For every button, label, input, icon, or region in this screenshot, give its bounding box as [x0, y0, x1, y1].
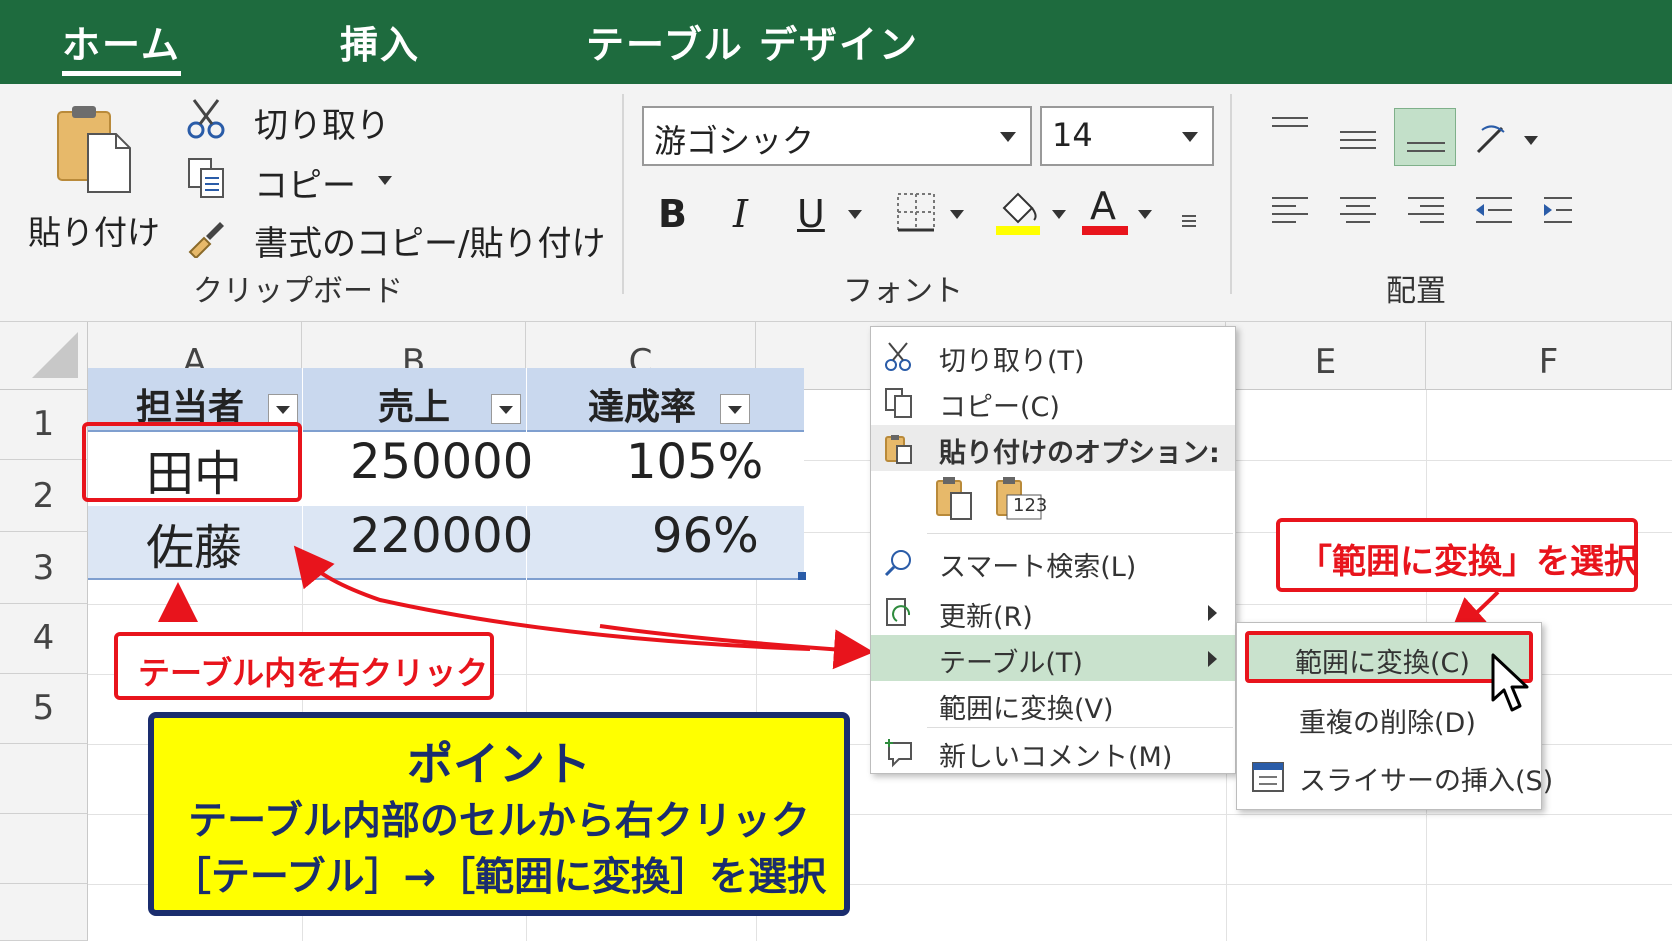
menu-item-label: 貼り付けのオプション: — [939, 438, 1220, 469]
point-title: ポイント — [407, 737, 591, 791]
menu-item-convert-to-range[interactable]: 範囲に変換(V) — [871, 681, 1235, 727]
menu-separator — [927, 727, 1233, 728]
menu-item-label: コピー(C) — [939, 392, 1060, 423]
submenu-arrow-icon — [1208, 651, 1217, 667]
menu-item-cut[interactable]: 切り取り(T) — [871, 333, 1235, 379]
menu-item-label: 範囲に変換(C) — [1295, 648, 1470, 679]
slicer-icon — [1252, 762, 1284, 792]
refresh-icon — [886, 598, 911, 626]
scissors-icon — [885, 342, 911, 371]
right-click-callout-text: テーブル内を右クリック — [138, 654, 489, 692]
menu-item-label: スマート検索(L) — [939, 552, 1137, 583]
right-click-callout-box: テーブル内を右クリック — [114, 632, 494, 700]
context-menu: 切り取り(T) コピー(C) 貼り付けのオプション: 123 スマート検索(L)… — [870, 326, 1236, 774]
menu-item-table[interactable]: テーブル(T) — [871, 635, 1235, 681]
paste-option-values[interactable]: 123 — [993, 475, 1047, 525]
menu-item-label: 範囲に変換(V) — [939, 694, 1114, 725]
menu-separator — [927, 533, 1233, 534]
paste-icon — [885, 435, 912, 464]
menu-item-copy[interactable]: コピー(C) — [871, 379, 1235, 425]
paste-option-keep-format[interactable] — [933, 475, 983, 525]
menu-item-refresh[interactable]: 更新(R) — [871, 589, 1235, 635]
mouse-cursor-icon — [1491, 653, 1529, 712]
point-callout-box: ポイント テーブル内部のセルから右クリック ［テーブル］→［範囲に変換］を選択 — [148, 712, 850, 916]
menu-item-label: 新しいコメント(M) — [939, 742, 1173, 773]
paste-values-label: 123 — [1013, 495, 1048, 516]
menu-item-smart-lookup[interactable]: スマート検索(L) — [871, 539, 1235, 585]
copy-icon — [885, 388, 912, 418]
submenu-arrow-icon — [1208, 605, 1217, 621]
menu-item-label: 更新(R) — [939, 602, 1033, 633]
point-line-2: ［テーブル］→［範囲に変換］を選択 — [171, 855, 827, 900]
menu-item-label: 重複の削除(D) — [1299, 708, 1476, 739]
menu-item-label: スライサーの挿入(S) — [1299, 766, 1554, 797]
menu-item-label: 切り取り(T) — [939, 346, 1085, 377]
menu-item-new-comment[interactable]: 新しいコメント(M) — [871, 729, 1235, 775]
point-line-1: テーブル内部のセルから右クリック — [188, 799, 810, 844]
paste-icon — [936, 477, 972, 520]
new-comment-icon — [885, 739, 912, 768]
smart-lookup-icon — [884, 550, 911, 577]
table-submenu: 範囲に変換(C) 重複の削除(D) スライサーの挿入(S) — [1236, 622, 1553, 810]
submenu-item-insert-slicer[interactable]: スライサーの挿入(S) — [1237, 749, 1553, 805]
paste-options-header: 貼り付けのオプション: — [871, 425, 1235, 471]
select-callout-box: 「範囲に変換」を選択 — [1276, 518, 1638, 592]
menu-item-label: テーブル(T) — [939, 648, 1083, 679]
select-callout-text: 「範囲に変換」を選択 — [1298, 542, 1638, 582]
